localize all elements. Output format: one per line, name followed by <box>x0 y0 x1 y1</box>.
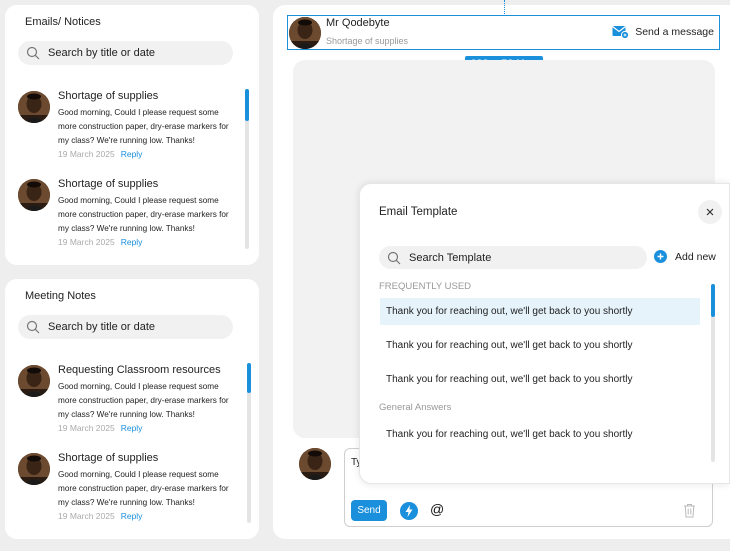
lightning-icon[interactable] <box>400 502 418 520</box>
avatar <box>289 17 321 49</box>
search-icon <box>26 320 40 334</box>
avatar <box>18 91 50 123</box>
emails-search-placeholder: Search by title or date <box>48 47 156 59</box>
email-item-meta: 19 March 2025 Reply <box>58 149 142 159</box>
template-scrollbar[interactable] <box>711 284 715 462</box>
emails-scrollbar[interactable] <box>245 89 249 249</box>
meeting-item-meta: 19 March 2025 Reply <box>58 511 142 521</box>
emails-title: Emails/ Notices <box>25 16 101 28</box>
section-general-answers: General Answers <box>379 402 452 413</box>
meeting-item-date: 19 March 2025 <box>58 423 115 433</box>
email-item-date: 19 March 2025 <box>58 149 115 159</box>
template-item[interactable]: Thank you for reaching out, we'll get ba… <box>380 298 700 325</box>
meeting-item-title: Shortage of supplies <box>58 452 159 464</box>
email-item-date: 19 March 2025 <box>58 237 115 247</box>
email-item[interactable]: Shortage of supplies Good morning, Could… <box>18 178 233 264</box>
guide-line <box>504 0 505 14</box>
modal-title: Email Template <box>379 206 458 218</box>
reply-link[interactable]: Reply <box>121 423 143 433</box>
conversation-header[interactable]: Mr Qodebyte Shortage of supplies Send a … <box>287 15 720 50</box>
section-frequently-used: FREQUENTLY USED <box>379 281 472 292</box>
avatar <box>18 365 50 397</box>
meetings-search-input[interactable]: Search by title or date <box>18 315 233 339</box>
add-new-label: Add new <box>675 250 716 263</box>
template-search-placeholder: Search Template <box>409 251 492 264</box>
email-item-title: Shortage of supplies <box>58 90 159 102</box>
email-item-meta: 19 March 2025 Reply <box>58 237 142 247</box>
search-icon <box>26 46 40 60</box>
reply-link[interactable]: Reply <box>121 237 143 247</box>
close-button[interactable] <box>698 200 722 224</box>
meeting-item[interactable]: Requesting Classroom resources Good morn… <box>18 364 233 450</box>
trash-icon[interactable] <box>683 503 696 518</box>
avatar <box>299 448 331 480</box>
email-item-body: Good morning, Could I please request som… <box>58 196 229 233</box>
send-message-button[interactable]: Send a message <box>612 25 714 39</box>
meeting-item-meta: 19 March 2025 Reply <box>58 423 142 433</box>
emails-search-input[interactable]: Search by title or date <box>18 41 233 65</box>
template-item[interactable]: Thank you for reaching out, we'll get ba… <box>380 366 700 393</box>
meeting-item-body: Good morning, Could I please request som… <box>58 470 229 507</box>
mail-send-icon <box>612 26 630 39</box>
meeting-item-body: Good morning, Could I please request som… <box>58 382 229 419</box>
email-item-body: Good morning, Could I please request som… <box>58 108 229 145</box>
meeting-item[interactable]: Shortage of supplies Good morning, Could… <box>18 452 233 538</box>
meeting-item-date: 19 March 2025 <box>58 511 115 521</box>
template-item[interactable]: Thank you for reaching out, we'll get ba… <box>380 332 700 359</box>
template-item[interactable]: Thank you for reaching out, we'll get ba… <box>380 421 700 448</box>
conversation-subject: Shortage of supplies <box>326 36 409 46</box>
meetings-title: Meeting Notes <box>25 290 96 302</box>
meetings-search-placeholder: Search by title or date <box>48 321 156 333</box>
meetings-scrollbar[interactable] <box>247 363 251 523</box>
sender-name: Mr Qodebyte <box>326 17 390 29</box>
reply-link[interactable]: Reply <box>121 149 143 159</box>
search-icon <box>387 251 401 264</box>
send-message-label: Send a message <box>635 26 714 38</box>
avatar <box>18 179 50 211</box>
reply-link[interactable]: Reply <box>121 511 143 521</box>
meeting-item-title: Requesting Classroom resources <box>58 364 221 376</box>
add-new-button[interactable]: Add new <box>654 250 716 263</box>
avatar <box>18 453 50 485</box>
send-button[interactable]: Send <box>351 500 387 521</box>
email-item-title: Shortage of supplies <box>58 178 159 190</box>
meetings-scroll-thumb[interactable] <box>247 363 251 393</box>
email-item[interactable]: Shortage of supplies Good morning, Could… <box>18 90 233 176</box>
template-search-input[interactable]: Search Template <box>379 246 647 269</box>
emails-scroll-thumb[interactable] <box>245 89 249 121</box>
mention-icon[interactable]: @ <box>430 501 444 517</box>
template-scroll-thumb[interactable] <box>711 284 715 317</box>
plus-circle-icon <box>654 250 667 263</box>
close-icon <box>706 208 714 216</box>
